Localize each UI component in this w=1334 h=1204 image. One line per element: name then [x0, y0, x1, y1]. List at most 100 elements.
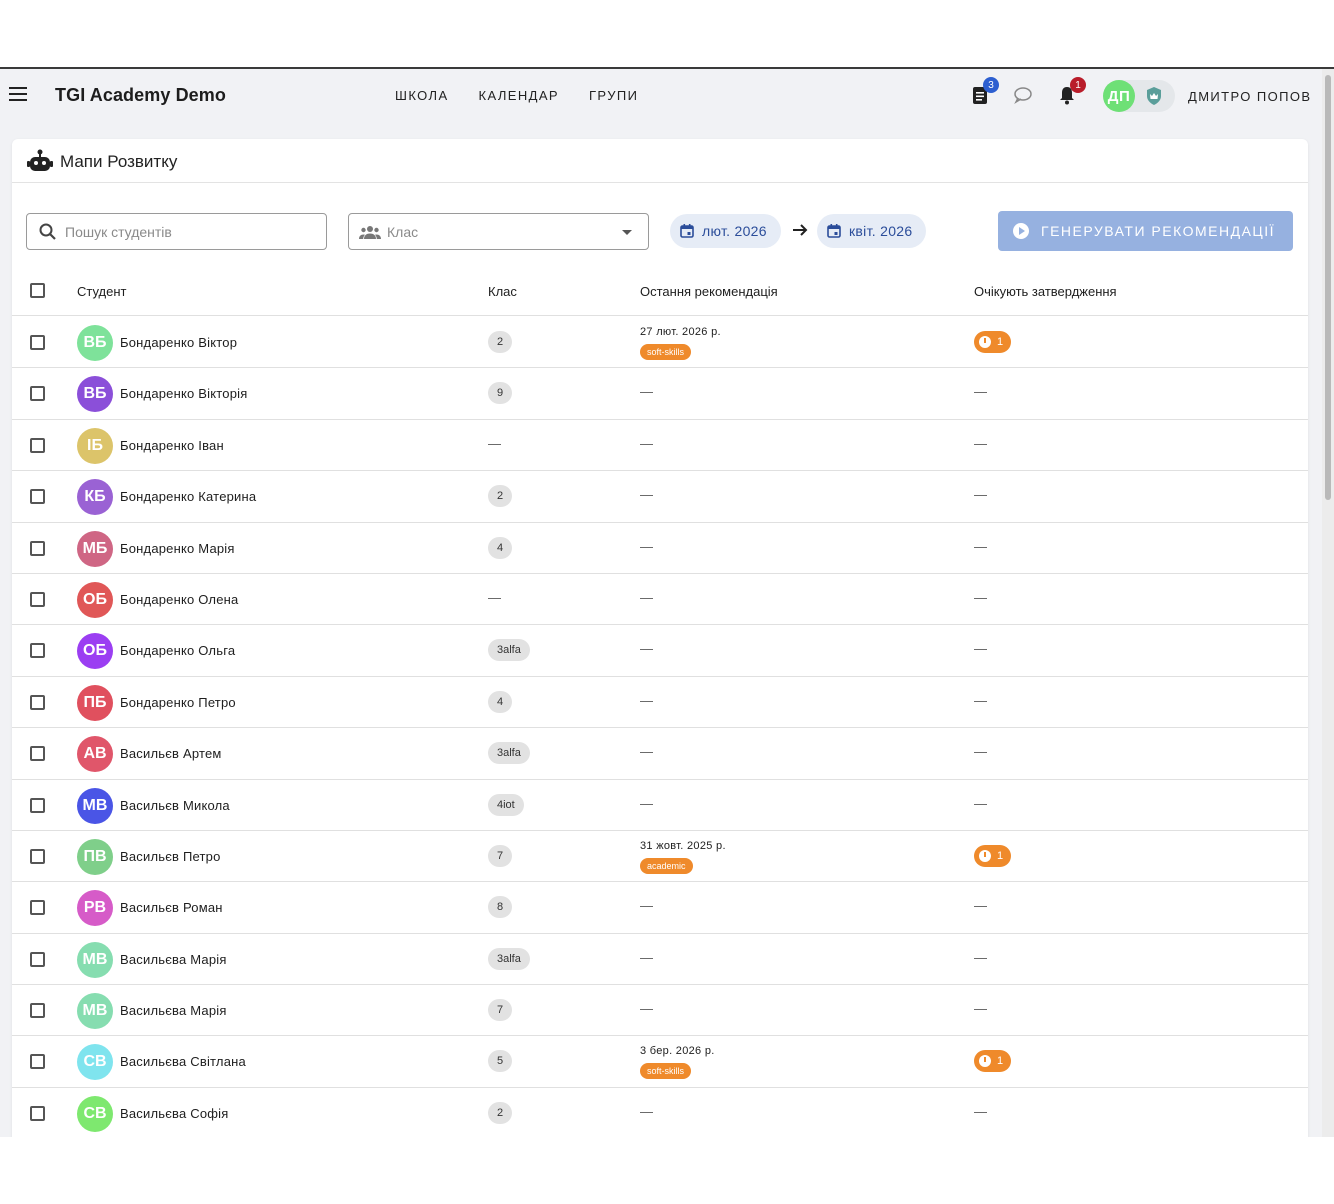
row-checkbox[interactable]: [30, 386, 45, 402]
table-row[interactable]: ОБ Бондаренко Ольга 3alfa — —: [12, 625, 1308, 677]
app-title[interactable]: TGI Academy Demo: [55, 85, 226, 106]
table-row[interactable]: СВ Васильєва Світлана 5 3 бер. 2026 р. soft-…: [12, 1036, 1308, 1088]
pending-badge[interactable]: 1: [974, 1050, 1011, 1073]
user-menu[interactable]: ДП: [1103, 80, 1175, 112]
column-class[interactable]: Клас: [488, 284, 517, 299]
column-pending-approval[interactable]: Очікують затвердження: [974, 284, 1117, 299]
row-checkbox[interactable]: [30, 1003, 45, 1019]
table-row[interactable]: АВ Васильєв Артем 3alfa — —: [12, 728, 1308, 780]
nav-item-groups[interactable]: ГРУПИ: [574, 88, 653, 103]
recommendation-empty: —: [640, 1103, 653, 1119]
student-name[interactable]: Васильєва Світлана: [120, 1054, 246, 1069]
student-name[interactable]: Васильєв Артем: [120, 746, 222, 761]
chat-icon[interactable]: [1012, 84, 1034, 106]
table-header: Студент Клас Остання рекомендація Очікую…: [12, 267, 1308, 316]
student-name[interactable]: Васильєва Софія: [120, 1106, 229, 1121]
table-row[interactable]: ПВ Васильєв Петро 7 31 жовт. 2025 р. academi…: [12, 831, 1308, 883]
calendar-icon: [680, 224, 694, 238]
row-checkbox[interactable]: [30, 1105, 45, 1121]
date-to-label: квіт. 2026: [849, 223, 913, 239]
student-avatar: РВ: [77, 890, 113, 927]
date-to-chip[interactable]: квіт. 2026: [817, 214, 927, 248]
table-row[interactable]: МВ Васильєв Микола 4iot — —: [12, 780, 1308, 831]
class-chip: 3alfa: [488, 742, 530, 765]
search-input[interactable]: Пошук студентів: [26, 213, 327, 250]
student-name[interactable]: Бондаренко Петро: [120, 695, 236, 710]
user-name[interactable]: ДМИТРО ПОПОВ: [1188, 89, 1311, 104]
table-row[interactable]: СВ Васильєва Софія 2 — —: [12, 1088, 1308, 1137]
page-scrollbar[interactable]: [1322, 69, 1334, 1137]
pending-empty: —: [974, 487, 987, 503]
row-checkbox[interactable]: [30, 335, 45, 350]
student-name[interactable]: Бондаренко Катерина: [120, 489, 256, 504]
pending-empty: —: [974, 1103, 987, 1119]
table-row[interactable]: МБ Бондаренко Марія 4 — —: [12, 523, 1308, 574]
row-checkbox[interactable]: [30, 1054, 45, 1070]
student-name[interactable]: Бондаренко Олена: [120, 592, 238, 607]
select-all-checkbox[interactable]: [30, 283, 45, 298]
tasks-badge: 3: [983, 77, 999, 93]
play-circle-icon: [1013, 223, 1029, 239]
scrollbar-thumb[interactable]: [1325, 75, 1331, 500]
student-name[interactable]: Васильєва Марія: [120, 1003, 227, 1018]
recommendation-tag: soft-skills: [640, 1063, 692, 1080]
class-chip: 9: [488, 382, 513, 405]
row-checkbox[interactable]: [30, 694, 45, 710]
pending-empty: —: [974, 949, 987, 965]
class-chip: 4: [488, 690, 513, 713]
row-checkbox[interactable]: [30, 951, 45, 967]
recommendation-empty: —: [640, 795, 653, 811]
student-name[interactable]: Васильєв Петро: [120, 849, 221, 864]
nav-item-calendar[interactable]: КАЛЕНДАР: [464, 88, 574, 103]
table-row[interactable]: МВ Васильєва Марія 7 — —: [12, 985, 1308, 1037]
table-row[interactable]: ПБ Бондаренко Петро 4 — —: [12, 677, 1308, 729]
table-row[interactable]: ІБ Бондаренко Іван — — —: [12, 420, 1308, 472]
pending-count: 1: [997, 1055, 1004, 1068]
class-select[interactable]: Клас: [348, 213, 649, 250]
row-checkbox[interactable]: [30, 848, 45, 864]
row-checkbox[interactable]: [30, 540, 45, 556]
student-name[interactable]: Бондаренко Ольга: [120, 643, 235, 658]
table-row[interactable]: ВБ Бондаренко Віктор 2 27 лют. 2026 р. soft-…: [12, 317, 1308, 369]
student-name[interactable]: Бондаренко Марія: [120, 541, 235, 556]
pending-empty: —: [974, 435, 987, 451]
row-checkbox[interactable]: [30, 900, 45, 916]
student-name[interactable]: Васильєв Микола: [120, 798, 230, 813]
column-last-recommendation[interactable]: Остання рекомендація: [640, 284, 778, 299]
clock-icon: [979, 849, 991, 862]
date-from-chip[interactable]: лют. 2026: [670, 214, 781, 248]
column-student[interactable]: Студент: [77, 284, 127, 299]
row-checkbox[interactable]: [30, 746, 45, 762]
app-bar: TGI Academy Demo ШКОЛА КАЛЕНДАР ГРУПИ 3 …: [0, 69, 1322, 123]
student-name[interactable]: Бондаренко Вікторія: [120, 386, 247, 401]
tasks-icon[interactable]: 3: [969, 77, 999, 106]
student-name[interactable]: Васильєва Марія: [120, 952, 227, 967]
table-row[interactable]: ОБ Бондаренко Олена — — —: [12, 574, 1308, 626]
clock-icon: [979, 336, 991, 348]
pending-badge[interactable]: 1: [974, 331, 1011, 353]
avatar: ДП: [1103, 80, 1135, 112]
table-row[interactable]: КБ Бондаренко Катерина 2 — —: [12, 471, 1308, 523]
row-checkbox[interactable]: [30, 643, 45, 659]
recommendation-empty: —: [640, 487, 653, 503]
dropdown-caret-icon: [622, 230, 632, 235]
student-name[interactable]: Бондаренко Іван: [120, 438, 224, 453]
class-chip: 2: [488, 331, 513, 353]
pending-badge[interactable]: 1: [974, 844, 1011, 867]
row-checkbox[interactable]: [30, 489, 45, 505]
table-row[interactable]: ВБ Бондаренко Вікторія 9 — —: [12, 368, 1308, 420]
calendar-end-icon: [827, 224, 841, 238]
row-checkbox[interactable]: [30, 591, 45, 607]
student-name[interactable]: Васильєв Роман: [120, 900, 223, 915]
table-row[interactable]: МВ Васильєва Марія 3alfa — —: [12, 934, 1308, 986]
generate-recommendations-button[interactable]: ГЕНЕРУВАТИ РЕКОМЕНДАЦІЇ: [998, 211, 1293, 251]
menu-icon[interactable]: [9, 87, 29, 103]
pending-count: 1: [997, 849, 1004, 862]
bell-icon[interactable]: 1: [1056, 77, 1086, 106]
table-row[interactable]: РВ Васильєв Роман 8 — —: [12, 882, 1308, 934]
nav-item-school[interactable]: ШКОЛА: [380, 88, 464, 103]
student-name[interactable]: Бондаренко Віктор: [120, 335, 237, 350]
row-checkbox[interactable]: [30, 437, 45, 453]
recommendation-empty: —: [640, 589, 653, 605]
row-checkbox[interactable]: [30, 797, 45, 813]
